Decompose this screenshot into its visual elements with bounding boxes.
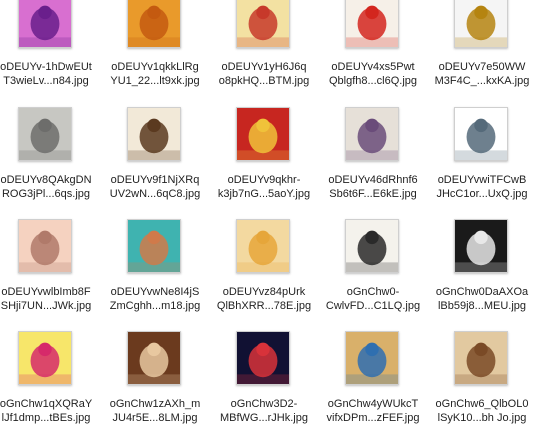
thumbnail-image — [237, 108, 289, 160]
file-grid: oDEUYv-1hDwEUt T3wieLv...n84.jpg oDEUYv1qk… — [0, 0, 541, 428]
file-name-line2: JHcC1or...UxQ.jpg — [436, 188, 528, 200]
yellow-flower-greeting-thumbnail[interactable] — [18, 331, 72, 385]
trident-logo-black-thumbnail[interactable] — [454, 219, 508, 273]
thumbnail-image — [19, 220, 71, 272]
thumbnail-image — [128, 0, 180, 47]
thumbnail-image — [346, 220, 398, 272]
file-item[interactable]: oDEUYv1yH6J6q o8pkHQ...BTM.jpg — [204, 0, 324, 104]
thumbnail-image — [19, 332, 71, 384]
file-item[interactable]: oDEUYv7e50WW M3F4C_...kxKA.jpg — [422, 0, 541, 104]
shou-longevity-medallion-thumbnail[interactable] — [236, 107, 290, 161]
carved-character-brown-thumbnail[interactable] — [127, 331, 181, 385]
thumbnail-image — [128, 108, 180, 160]
thumbnail-image — [128, 220, 180, 272]
thumbnail-image — [455, 332, 507, 384]
rose-dark-background-thumbnail[interactable] — [236, 331, 290, 385]
thumbnail-image — [346, 0, 398, 47]
file-item[interactable]: oGnChw6_QlbOL0 lSyK10...bh Jo.jpg — [422, 331, 541, 441]
baby-photo-thumbnail[interactable] — [18, 219, 72, 273]
file-item[interactable]: oDEUYv-1hDwEUt T3wieLv...n84.jpg — [0, 0, 106, 104]
thumbnail-image — [237, 332, 289, 384]
file-name-line2: lSyK10...bh Jo.jpg — [437, 412, 527, 424]
file-item[interactable]: oGnChw0DaAXOa lBb59j8...MEU.jpg — [422, 219, 541, 329]
integrity-calligraphy-card-thumbnail[interactable] — [236, 0, 290, 48]
thumbnail-image — [237, 220, 289, 272]
thumbnail-image — [128, 332, 180, 384]
thumbnail-image — [237, 0, 289, 47]
file-item[interactable]: oDEUYvwiTFCwB JHcC1or...UxQ.jpg — [422, 107, 541, 217]
brush-calligraphy-thumbnail[interactable] — [345, 219, 399, 273]
coffee-cup-thumbnail[interactable] — [345, 107, 399, 161]
character-circle-thumbnail[interactable] — [454, 107, 508, 161]
fu-character-carving-thumbnail[interactable] — [127, 107, 181, 161]
thumbnail-image — [455, 220, 507, 272]
wooden-sign-calligraphy-thumbnail[interactable] — [454, 331, 508, 385]
file-name-line2: lBb59j8...MEU.jpg — [437, 300, 527, 312]
file-name-line1: oGnChw6_QlbOL0 — [435, 398, 529, 410]
dvd-cover-purple-thumbnail[interactable] — [18, 0, 72, 48]
thumbnail-image — [455, 108, 507, 160]
thumbnail-image — [346, 108, 398, 160]
file-name-line1: oDEUYv7e50WW — [438, 61, 526, 73]
golden-buddha-thumbnail[interactable] — [127, 0, 181, 48]
thumbnail-image — [19, 0, 71, 47]
file-item[interactable]: oDEUYv1qkkLlRg YU1_22...lt9xk.jpg — [95, 0, 215, 104]
golden-statue-thumbnail[interactable] — [454, 0, 508, 48]
file-name-line2: M3F4C_...kxKA.jpg — [434, 75, 530, 87]
thumbnail-image — [455, 0, 507, 47]
thumbnail-image — [19, 108, 71, 160]
guanyin-statue-thumbnail[interactable] — [236, 219, 290, 273]
file-name-line1: oDEUYvwiTFCwB — [437, 174, 527, 186]
file-item[interactable]: oDEUYv4xs5Pwt Qblgfh8...cl6Q.jpg — [313, 0, 433, 104]
colorful-buddha-thumbnail[interactable] — [345, 331, 399, 385]
red-greeting-graphic-thumbnail[interactable] — [345, 0, 399, 48]
file-name-line1: oGnChw0DaAXOa — [435, 286, 529, 298]
gray-calligraphy-thumbnail[interactable] — [18, 107, 72, 161]
twins-teal-background-thumbnail[interactable] — [127, 219, 181, 273]
thumbnail-image — [346, 332, 398, 384]
